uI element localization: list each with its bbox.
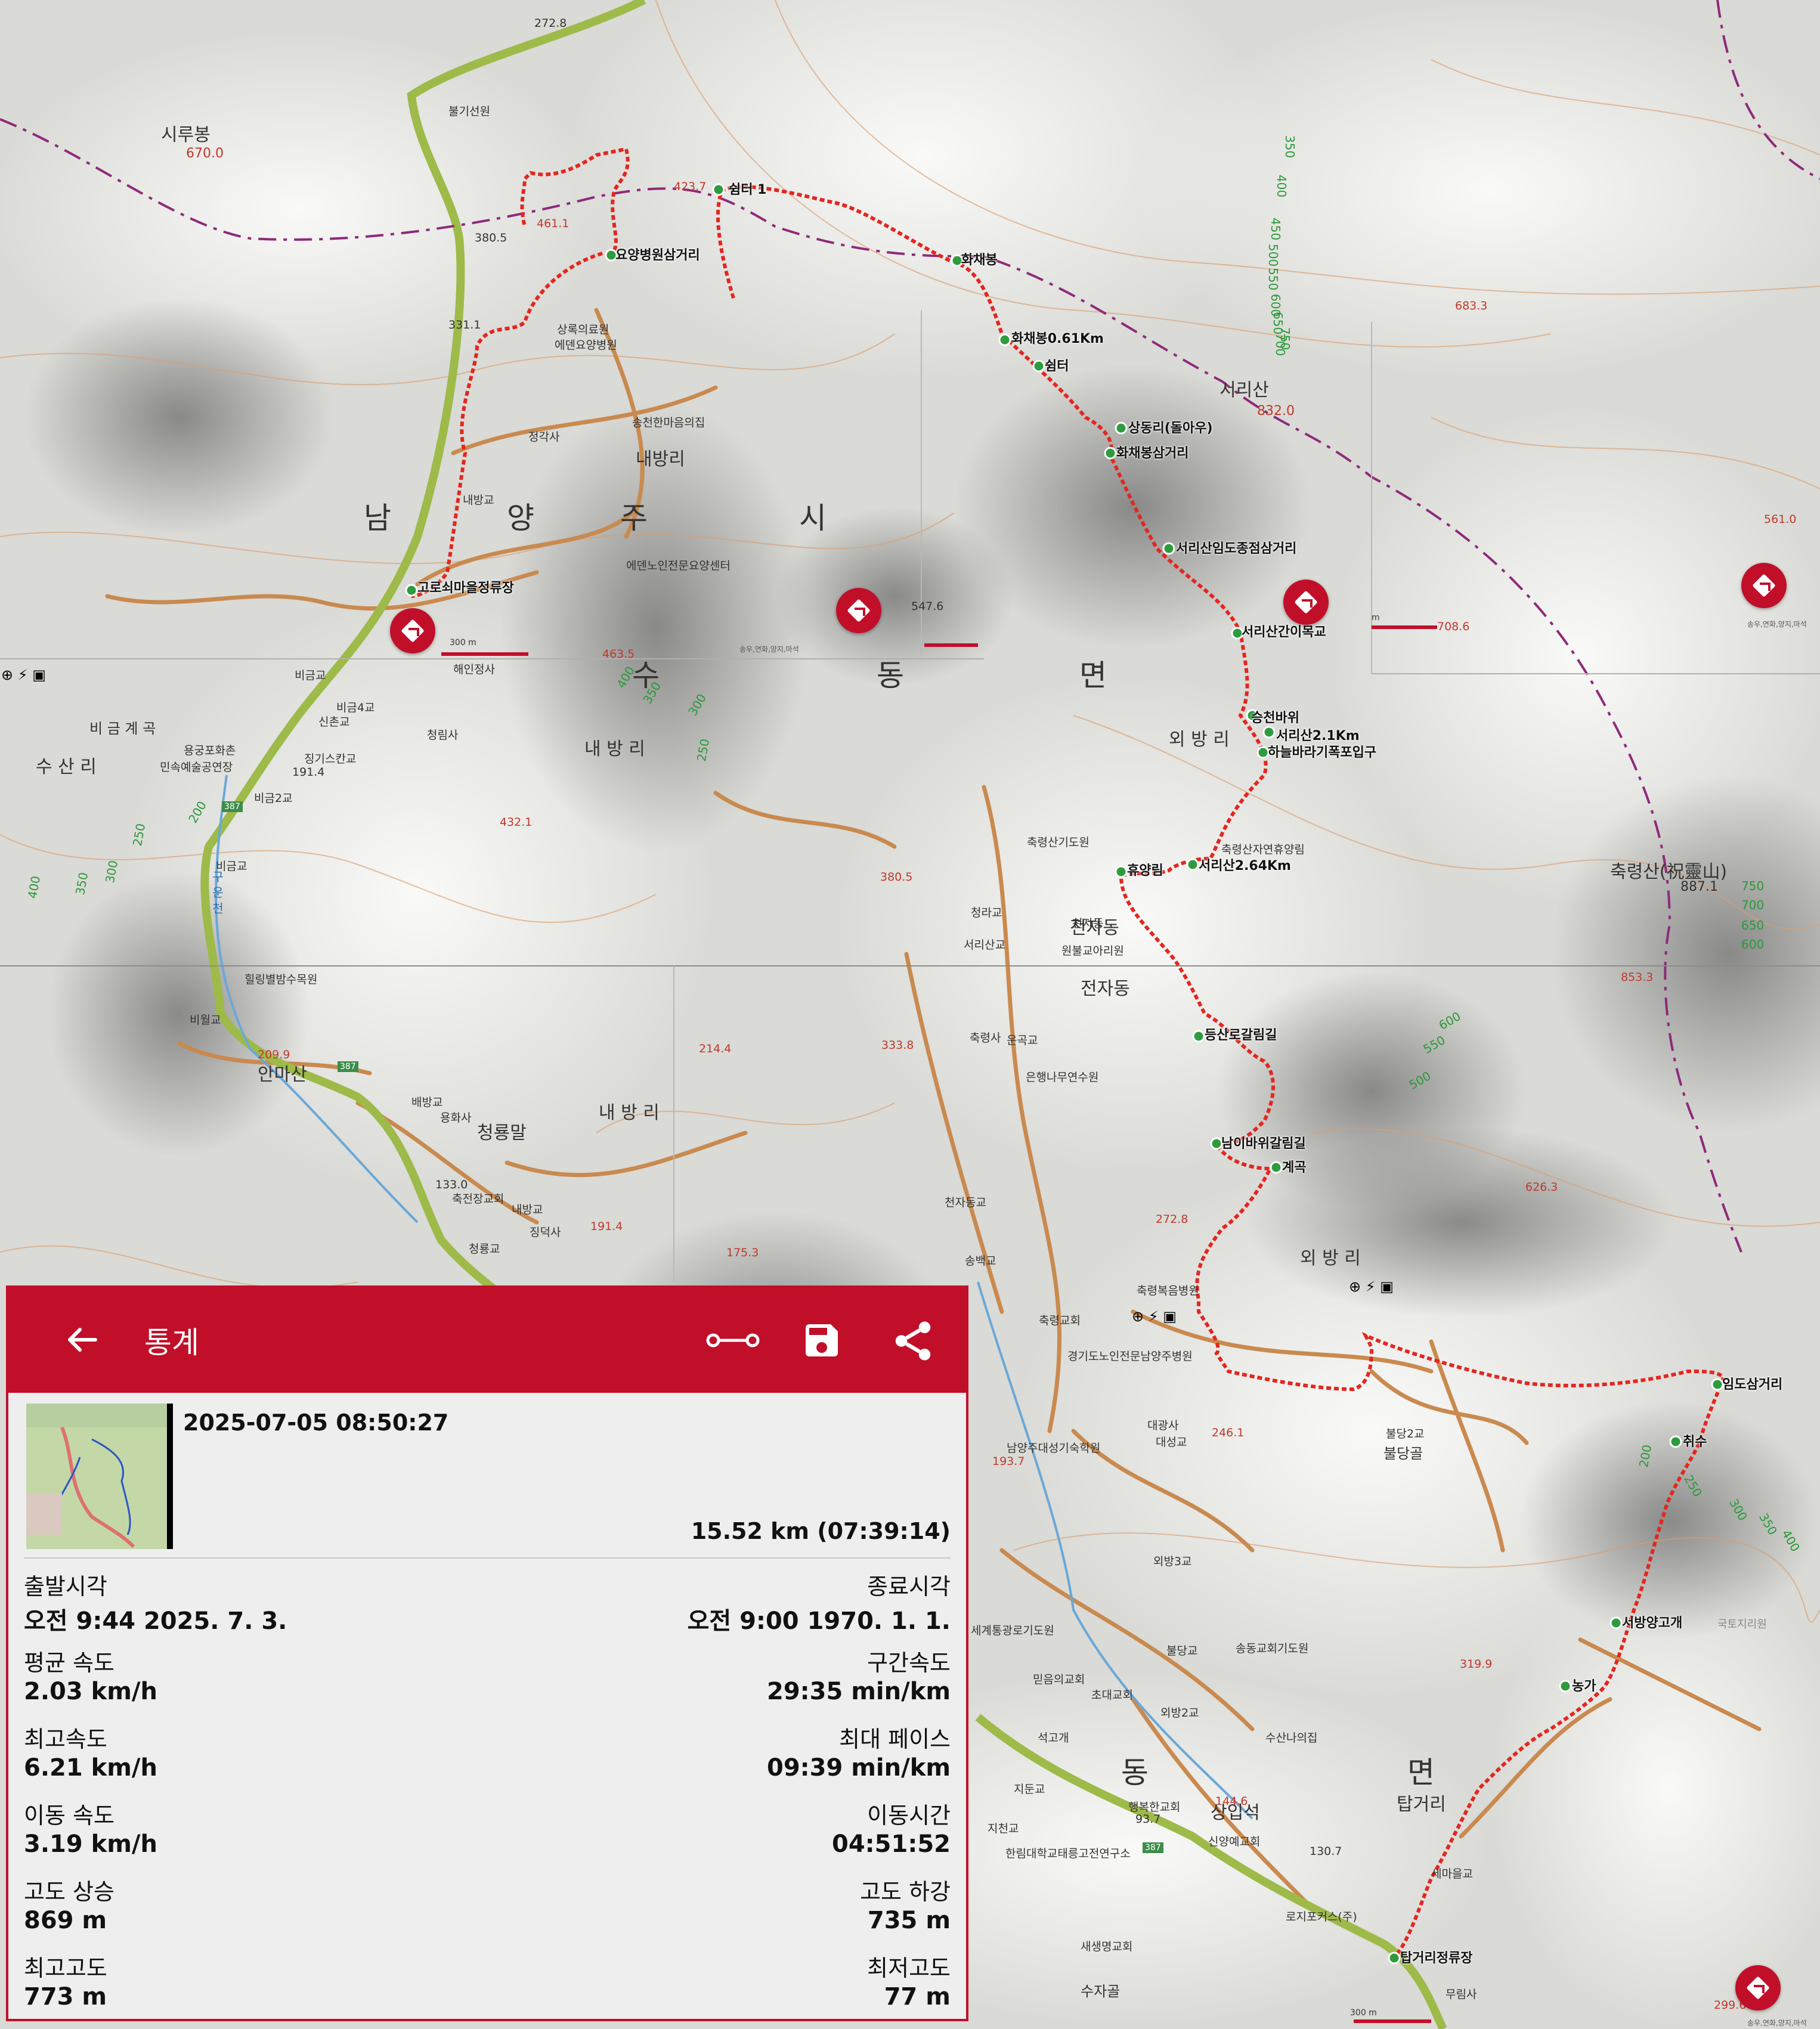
waypoint-label: 쉼터 — [1045, 359, 1069, 374]
stat-value: 오전 9:44 2025. 7. 3. — [24, 1607, 287, 1635]
track-distance-time: 15.52 km (07:39:14) — [691, 1518, 951, 1544]
divider — [24, 1557, 951, 1559]
stat-value: 869 m — [24, 1907, 107, 1934]
map-tool-icons[interactable]: ⊕ ⚡ ▣ — [1132, 1308, 1177, 1325]
route-direction-button[interactable] — [1283, 580, 1329, 625]
region-char: 남 — [364, 501, 391, 535]
stat-value: 29:35 min/km — [766, 1678, 951, 1705]
stat-value: 773 m — [24, 1983, 107, 2011]
region-char: 양 — [507, 501, 534, 535]
village-label: 내 방 리 — [584, 739, 645, 760]
village-label: 외 방 리 — [1169, 729, 1230, 750]
village-label: 안마산 — [258, 1064, 307, 1085]
village-label: 불당골 — [1383, 1445, 1423, 1462]
app-bar: 통계 — [8, 1288, 966, 1393]
elevation-label: 887.1 — [1680, 879, 1718, 894]
stat-label: 최대 페이스 — [839, 1726, 951, 1752]
stat-label: 평균 속도 — [24, 1650, 114, 1676]
village-label: 수 산 리 — [36, 757, 97, 777]
stat-label: 최고고도 — [24, 1955, 107, 1981]
track-datetime: 2025-07-05 08:50:27 — [183, 1410, 449, 1436]
village-label: 청룡말 — [477, 1123, 527, 1144]
statistics-panel: 통계 2025-07-05 08:50:27 15.52 km (07:39:1… — [6, 1285, 968, 2021]
stat-value: 735 m — [867, 1907, 951, 1934]
stat-label: 구간속도 — [867, 1650, 951, 1676]
waypoint-label: 등산로갈림길 — [1205, 1028, 1277, 1043]
region-char: 면 — [1079, 658, 1107, 693]
stat-value: 6.21 km/h — [24, 1754, 157, 1782]
waypoint-label: 화채봉0.61Km — [1011, 332, 1104, 346]
stat-label: 고도 상승 — [24, 1879, 114, 1905]
region-char: 주 — [620, 501, 648, 535]
waypoint-label: 탑거리정류장 — [1400, 1951, 1473, 1966]
stat-label: 종료시각 — [867, 1573, 951, 1600]
elevation-label: 832.0 — [1257, 404, 1295, 419]
stat-label: 고도 하강 — [860, 1879, 951, 1905]
village-label: 내방리 — [636, 449, 685, 470]
page-title: 통계 — [144, 1325, 199, 1360]
waypoint-label: 농가 — [1572, 1679, 1596, 1694]
region-char: 동 — [1121, 1755, 1149, 1790]
waypoint-label: 계곡 — [1282, 1160, 1307, 1175]
waypoint-label: 서리산간이목교 — [1242, 625, 1326, 640]
waypoint-label: 쉼터 1 — [729, 182, 767, 197]
village-label: 외 방 리 — [1300, 1248, 1361, 1269]
village-label: 전자동 — [1070, 918, 1119, 938]
stat-value: 77 m — [884, 1983, 951, 2011]
village-label: 탑거리 — [1397, 1794, 1446, 1815]
valley-label: 비 금 계 곡 — [89, 720, 156, 737]
waypoint-label: 휴양림 — [1127, 863, 1163, 878]
waypoint-label: 서리산2.64Km — [1199, 859, 1291, 873]
waypoint-label: 상동리(돌아우) — [1128, 421, 1213, 436]
waypoint-label: 남이바위갈림길 — [1221, 1136, 1306, 1151]
stat-label: 최저고도 — [867, 1955, 951, 1981]
elevation-label: 670.0 — [186, 146, 224, 161]
route-direction-button[interactable] — [1741, 563, 1787, 608]
region-char: 면 — [1407, 1755, 1435, 1790]
region-char: 시 — [799, 501, 827, 535]
peak-label: 서리산 — [1219, 380, 1269, 401]
stat-value: 04:51:52 — [832, 1830, 951, 1858]
split-icon[interactable] — [706, 1328, 760, 1352]
stat-label: 최고속도 — [24, 1726, 107, 1752]
track-thumbnail — [26, 1404, 173, 1549]
waypoint-label: 승천바위 — [1251, 711, 1299, 726]
save-icon[interactable] — [800, 1319, 843, 1362]
waypoint-label: 임도삼거리 — [1722, 1377, 1783, 1392]
waypoint-label: 서방양고개 — [1622, 1616, 1683, 1631]
route-direction-button[interactable] — [836, 588, 881, 633]
waypoint-label: 고로쇠마을정류장 — [417, 581, 514, 596]
waypoint-label: 요양병원삼거리 — [615, 248, 700, 263]
waypoint-label: 취수 — [1683, 1435, 1707, 1449]
stat-label: 이동 속도 — [24, 1802, 114, 1829]
stat-label: 출발시각 — [24, 1573, 107, 1600]
route-direction-button[interactable] — [390, 608, 435, 653]
waypoint-label: 서리산임도종점삼거리 — [1176, 541, 1297, 556]
region-char: 수 — [632, 658, 660, 693]
share-icon[interactable] — [890, 1318, 936, 1364]
waypoint-label: 화채봉 — [961, 253, 998, 268]
route-direction-button[interactable] — [1735, 1965, 1781, 2011]
map-tool-icons[interactable]: ⊕ ⚡ ▣ — [1, 667, 46, 683]
waypoint-label: 화채봉삼거리 — [1116, 446, 1189, 461]
stat-label: 이동시간 — [867, 1802, 951, 1829]
peak-label: 시루봉 — [161, 125, 211, 145]
stat-value: 2.03 km/h — [24, 1678, 157, 1705]
village-label: 내 방 리 — [599, 1102, 660, 1123]
stat-value: 오전 9:00 1970. 1. 1. — [687, 1607, 951, 1635]
arrow-left-icon[interactable] — [66, 1325, 98, 1355]
stat-value: 3.19 km/h — [24, 1830, 157, 1858]
region-char: 동 — [877, 658, 904, 693]
village-label: 상입석 — [1211, 1802, 1260, 1823]
village-label: 전자동 — [1081, 978, 1130, 999]
map-tool-icons[interactable]: ⊕ ⚡ ▣ — [1349, 1278, 1394, 1295]
waypoint-label: 하늘바라기폭포입구 — [1268, 745, 1377, 760]
stat-value: 09:39 min/km — [766, 1754, 951, 1782]
